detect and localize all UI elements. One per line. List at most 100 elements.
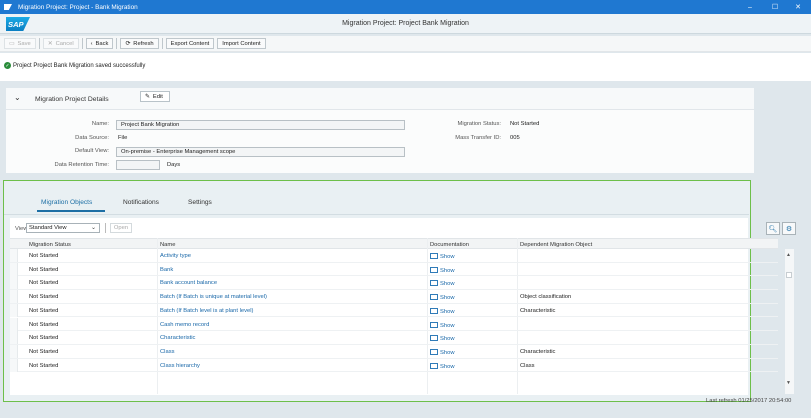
save-button[interactable]: ▭ Save (4, 38, 36, 49)
tab-settings[interactable]: Settings (188, 199, 212, 206)
table-row[interactable]: Not Started Batch (If Batch level is at p… (10, 303, 778, 318)
cancel-button[interactable]: ✕ Cancel (42, 38, 79, 49)
cell-name-link[interactable]: Class hierarchy (160, 363, 200, 369)
search-icon: 🔍︎ (768, 225, 778, 233)
scroll-down-icon[interactable]: ▼ (786, 380, 791, 386)
show-documentation-link[interactable]: Show (430, 335, 455, 342)
scroll-up-icon[interactable]: ▲ (786, 252, 791, 258)
row-selector[interactable] (10, 290, 18, 304)
cell-status: Not Started (29, 362, 59, 369)
document-icon (430, 307, 438, 314)
maximize-button[interactable]: ☐ (765, 0, 785, 14)
cell-status: Not Started (29, 266, 59, 273)
search-button[interactable]: 🔍︎ (766, 222, 780, 235)
toolbar-separator (161, 38, 163, 49)
show-label: Show (440, 322, 455, 329)
back-button[interactable]: ‹ Back (85, 38, 114, 49)
cell-name-link[interactable]: Activity type (160, 253, 191, 259)
show-documentation-link[interactable]: Show (430, 280, 455, 287)
cell-name-link[interactable]: Batch (If Batch is unique at material le… (160, 294, 267, 300)
cell-name-link[interactable]: Batch (If Batch level is at plant level) (160, 308, 253, 314)
row-selector[interactable] (10, 276, 18, 290)
tab-migration-objects[interactable]: Migration Objects (41, 199, 92, 206)
show-label: Show (440, 336, 455, 343)
header-name[interactable]: Name (160, 242, 175, 248)
row-selector[interactable] (10, 303, 18, 317)
cell-dependent-object: Object classification (520, 294, 572, 301)
migration-status-value: Not Started (510, 121, 540, 127)
show-documentation-link[interactable]: Show (430, 348, 455, 356)
pencil-icon: ✎ (145, 93, 150, 100)
cell-name-link[interactable]: Cash memo record (160, 322, 209, 328)
success-message: Project Project Bank Migration saved suc… (13, 63, 146, 69)
open-button[interactable]: Open (110, 223, 132, 233)
project-details-section: ⌄ Migration Project Details ✎ Edit Name: … (6, 88, 754, 173)
table-row[interactable]: Not Started Characteristic Show (10, 331, 778, 345)
user-settings-button[interactable]: ⚙ (782, 222, 796, 235)
cell-name-link[interactable]: Bank account balance (160, 280, 217, 286)
table-row[interactable]: Not Started Batch (If Batch is unique at … (10, 290, 778, 304)
cell-status: Not Started (29, 294, 59, 301)
cancel-icon: ✕ (47, 40, 53, 47)
table-row[interactable]: Not Started Activity type Show (10, 249, 778, 263)
close-button[interactable]: ✕ (788, 0, 808, 14)
collapse-chevron-icon[interactable]: ⌄ (14, 93, 21, 102)
show-documentation-link[interactable]: Show (430, 362, 455, 370)
refresh-button[interactable]: ⟳ Refresh (120, 38, 159, 49)
show-label: Show (440, 281, 455, 288)
view-select[interactable]: Standard View ⌄ (26, 223, 100, 233)
import-content-button[interactable]: Import Content (217, 38, 266, 49)
header-dependent-object[interactable]: Dependent Migration Object (520, 242, 592, 248)
section-header: ⌄ Migration Project Details ✎ Edit (6, 88, 754, 110)
data-source-label: Data Source: (75, 135, 109, 141)
migration-objects-panel: Migration Objects Notifications Settings… (3, 180, 796, 402)
scroll-thumb[interactable] (786, 272, 792, 278)
table-row[interactable]: Not Started Class Show Characteristic (10, 344, 778, 359)
chevron-down-icon: ⌄ (90, 225, 96, 231)
retention-label: Data Retention Time: (54, 162, 109, 168)
toolbar-separator (81, 38, 83, 49)
show-documentation-link[interactable]: Show (430, 321, 455, 329)
export-content-button[interactable]: Export Content (165, 38, 215, 49)
header-documentation[interactable]: Documentation (430, 242, 469, 248)
document-icon (430, 294, 438, 301)
table-row[interactable]: Not Started Class hierarchy Show Class (10, 358, 778, 373)
shell-bar: SAP Migration Project: Project Bank Migr… (0, 14, 811, 34)
row-selector[interactable] (10, 249, 18, 262)
minimize-button[interactable]: – (740, 0, 760, 14)
table-row[interactable]: Not Started Bank account balance Show (10, 276, 778, 291)
row-selector[interactable] (10, 262, 18, 276)
success-check-icon: ✓ (4, 62, 11, 69)
cell-name-link[interactable]: Bank (160, 267, 173, 273)
name-field[interactable]: Project Bank Migration (116, 120, 405, 130)
show-documentation-link[interactable]: Show (430, 253, 455, 260)
default-view-field[interactable]: On-premise - Enterprise Management scope (116, 147, 405, 157)
table-row[interactable]: Not Started Bank Show (10, 262, 778, 277)
show-documentation-link[interactable]: Show (430, 266, 455, 274)
show-documentation-link[interactable]: Show (430, 307, 455, 315)
last-refresh-text: Last refresh 01/25/2017 20:54:00 (706, 398, 792, 404)
row-selector[interactable] (10, 331, 18, 345)
row-selector[interactable] (10, 344, 18, 358)
cell-name-link[interactable]: Class (160, 349, 175, 355)
cell-status: Not Started (29, 321, 59, 328)
vertical-scrollbar[interactable]: ▲ ▼ (785, 249, 794, 394)
show-label: Show (440, 254, 455, 260)
retention-field[interactable] (116, 160, 160, 170)
document-icon (430, 348, 438, 355)
header-migration-status[interactable]: Migration Status (29, 242, 71, 248)
document-icon (430, 280, 438, 287)
tab-notifications[interactable]: Notifications (123, 199, 159, 206)
row-selector[interactable] (10, 317, 18, 331)
tab-divider (4, 214, 749, 215)
cell-status: Not Started (29, 280, 59, 287)
table-row[interactable]: Not Started Cash memo record Show (10, 317, 778, 332)
save-icon: ▭ (9, 40, 15, 47)
show-label: Show (440, 349, 455, 356)
row-selector[interactable] (10, 358, 18, 372)
cell-name-link[interactable]: Characteristic (160, 335, 195, 341)
message-strip: ✓ Project Project Bank Migration saved s… (0, 53, 811, 81)
mass-transfer-label: Mass Transfer ID: (455, 135, 501, 141)
show-documentation-link[interactable]: Show (430, 294, 455, 301)
edit-button[interactable]: ✎ Edit (140, 91, 170, 102)
